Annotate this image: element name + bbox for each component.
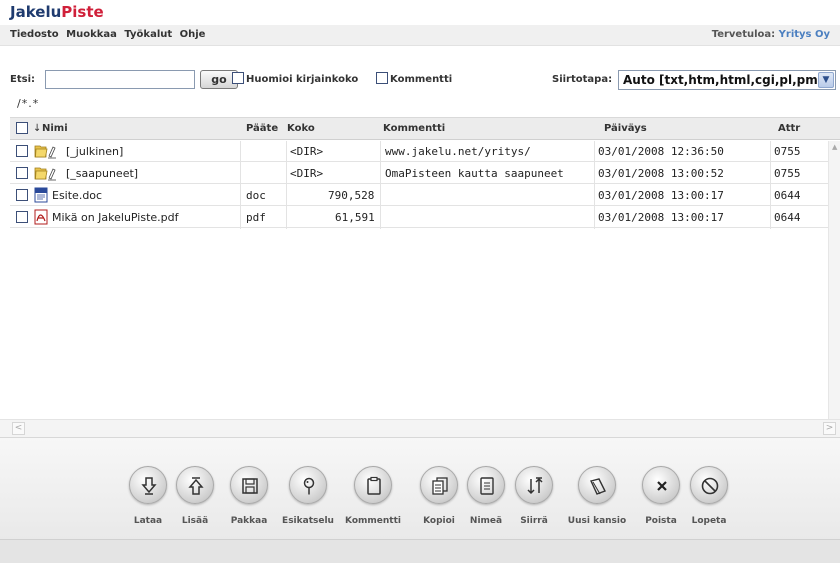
pdf-document-icon bbox=[34, 209, 48, 225]
transfer-mode-label: Siirtotapa: bbox=[552, 74, 613, 85]
transfer-mode-select[interactable]: Auto [txt,htm,html,cgi,pl,pm] ▼ bbox=[618, 70, 836, 90]
file-attr: 0644 bbox=[774, 189, 801, 202]
save-icon bbox=[242, 478, 258, 494]
column-header-size[interactable]: Koko bbox=[287, 123, 315, 134]
file-date: 03/01/2008 13:00:52 bbox=[598, 167, 724, 180]
menu-edit[interactable]: Muokkaa bbox=[66, 29, 117, 40]
status-bar bbox=[0, 539, 840, 563]
folder-open-icon bbox=[34, 145, 56, 159]
column-header-comment[interactable]: Kommentti bbox=[383, 123, 445, 134]
file-name[interactable]: Mikä on JakeluPiste.pdf bbox=[52, 211, 179, 224]
word-document-icon bbox=[34, 187, 48, 203]
scroll-left-icon[interactable]: < bbox=[12, 422, 25, 435]
file-row[interactable]: [_julkinen] <DIR> www.jakelu.net/yritys/… bbox=[10, 141, 828, 162]
menu-file[interactable]: Tiedosto bbox=[10, 29, 59, 40]
file-ext: doc bbox=[246, 189, 266, 202]
file-date: 03/01/2008 12:36:50 bbox=[598, 145, 724, 158]
compress-button[interactable]: Pakkaa bbox=[224, 448, 274, 533]
move-label: Siirrä bbox=[520, 516, 548, 526]
chevron-down-icon[interactable]: ▼ bbox=[818, 72, 834, 88]
file-attr: 0755 bbox=[774, 167, 801, 180]
logo-text-part2: Piste bbox=[61, 3, 104, 21]
new-folder-button[interactable]: Uusi kansio bbox=[568, 448, 626, 533]
sort-arrow-icon[interactable]: ↓ bbox=[33, 123, 41, 134]
comment-label: Kommentti bbox=[345, 516, 401, 526]
copy-icon bbox=[432, 477, 448, 495]
column-header-date[interactable]: Päiväys bbox=[604, 123, 647, 134]
file-name[interactable]: [_saapuneet] bbox=[66, 167, 138, 180]
comment-search-label: Kommentti bbox=[390, 74, 453, 85]
file-row[interactable]: [_saapuneet] <DIR> OmaPisteen kautta saa… bbox=[10, 163, 828, 184]
case-sensitive-checkbox[interactable] bbox=[232, 72, 244, 84]
scroll-right-icon[interactable]: > bbox=[823, 422, 836, 435]
row-checkbox[interactable] bbox=[16, 211, 28, 223]
file-date: 03/01/2008 13:00:17 bbox=[598, 189, 724, 202]
file-ext: pdf bbox=[246, 211, 266, 224]
file-list: ↓ Nimi Pääte Koko Kommentti Päiväys Attr… bbox=[10, 117, 840, 437]
stop-icon bbox=[701, 477, 719, 495]
menu-tools[interactable]: Työkalut bbox=[124, 29, 172, 40]
horizontal-scrollbar[interactable]: < > bbox=[0, 419, 840, 437]
quit-button[interactable]: Lopeta bbox=[684, 448, 734, 533]
file-size: 61,591 bbox=[335, 211, 375, 224]
search-bar: Etsi: go Huomioi kirjainkoko Kommentti S… bbox=[10, 70, 840, 90]
delete-icon bbox=[657, 481, 667, 491]
preview-label: Esikatselu bbox=[282, 516, 334, 526]
preview-pin-icon bbox=[303, 477, 315, 495]
welcome-label: Tervetuloa: bbox=[711, 29, 776, 40]
comment-button[interactable]: Kommentti bbox=[345, 448, 401, 533]
vertical-scrollbar[interactable]: ▲ ▼ bbox=[828, 141, 840, 437]
file-list-header: ↓ Nimi Pääte Koko Kommentti Päiväys Attr bbox=[10, 118, 840, 140]
row-checkbox[interactable] bbox=[16, 145, 28, 157]
download-icon bbox=[141, 477, 157, 495]
move-icon bbox=[527, 477, 543, 495]
menu-bar: Tiedosto Muokkaa Työkalut Ohje Tervetulo… bbox=[0, 25, 840, 46]
move-button[interactable]: Siirrä bbox=[509, 448, 559, 533]
preview-button[interactable]: Esikatselu bbox=[282, 448, 334, 533]
quit-label: Lopeta bbox=[691, 516, 727, 526]
column-header-ext[interactable]: Pääte bbox=[246, 123, 278, 134]
file-comment: OmaPisteen kautta saapuneet bbox=[385, 167, 564, 180]
clipboard-icon bbox=[367, 476, 381, 495]
row-checkbox[interactable] bbox=[16, 189, 28, 201]
comment-search-checkbox[interactable] bbox=[376, 72, 388, 84]
search-input[interactable] bbox=[45, 70, 195, 89]
file-row[interactable]: Esite.doc doc 790,528 03/01/2008 13:00:1… bbox=[10, 185, 828, 206]
welcome-user-link[interactable]: Yritys Oy bbox=[779, 29, 830, 40]
file-size: <DIR> bbox=[290, 145, 324, 158]
welcome-text: Tervetuloa: Yritys Oy bbox=[712, 29, 830, 40]
file-size: <DIR> bbox=[290, 167, 324, 180]
select-all-checkbox[interactable] bbox=[16, 122, 28, 134]
upload-icon bbox=[188, 477, 204, 495]
file-date: 03/01/2008 13:00:17 bbox=[598, 211, 724, 224]
new-folder-icon bbox=[590, 478, 606, 495]
file-row[interactable]: Mikä on JakeluPiste.pdf pdf 61,591 03/01… bbox=[10, 207, 828, 228]
menu-help[interactable]: Ohje bbox=[180, 29, 206, 40]
row-checkbox[interactable] bbox=[16, 167, 28, 179]
scroll-up-icon[interactable]: ▲ bbox=[832, 143, 837, 151]
action-toolbar: Lataa Lisää Pakkaa Esikatselu Kommentti … bbox=[0, 437, 840, 539]
file-name[interactable]: [_julkinen] bbox=[66, 145, 123, 158]
logo-text-part1: Jakelu bbox=[10, 3, 62, 21]
column-header-name[interactable]: Nimi bbox=[42, 123, 68, 134]
file-attr: 0755 bbox=[774, 145, 801, 158]
app-logo: JakeluPiste bbox=[10, 3, 104, 21]
file-comment: www.jakelu.net/yritys/ bbox=[385, 145, 531, 158]
transfer-mode-value: Auto [txt,htm,html,cgi,pl,pm] bbox=[623, 73, 824, 87]
rename-icon bbox=[480, 477, 494, 495]
upload-button[interactable]: Lisää bbox=[170, 448, 220, 533]
file-size: 790,528 bbox=[328, 189, 375, 202]
new-folder-label: Uusi kansio bbox=[567, 516, 627, 526]
folder-open-icon bbox=[34, 167, 56, 181]
search-label: Etsi: bbox=[10, 74, 35, 85]
file-name[interactable]: Esite.doc bbox=[52, 189, 102, 202]
case-sensitive-label: Huomioi kirjainkoko bbox=[246, 74, 359, 85]
file-attr: 0644 bbox=[774, 211, 801, 224]
column-header-attr[interactable]: Attr bbox=[778, 123, 800, 134]
current-path: /*.* bbox=[17, 97, 40, 110]
